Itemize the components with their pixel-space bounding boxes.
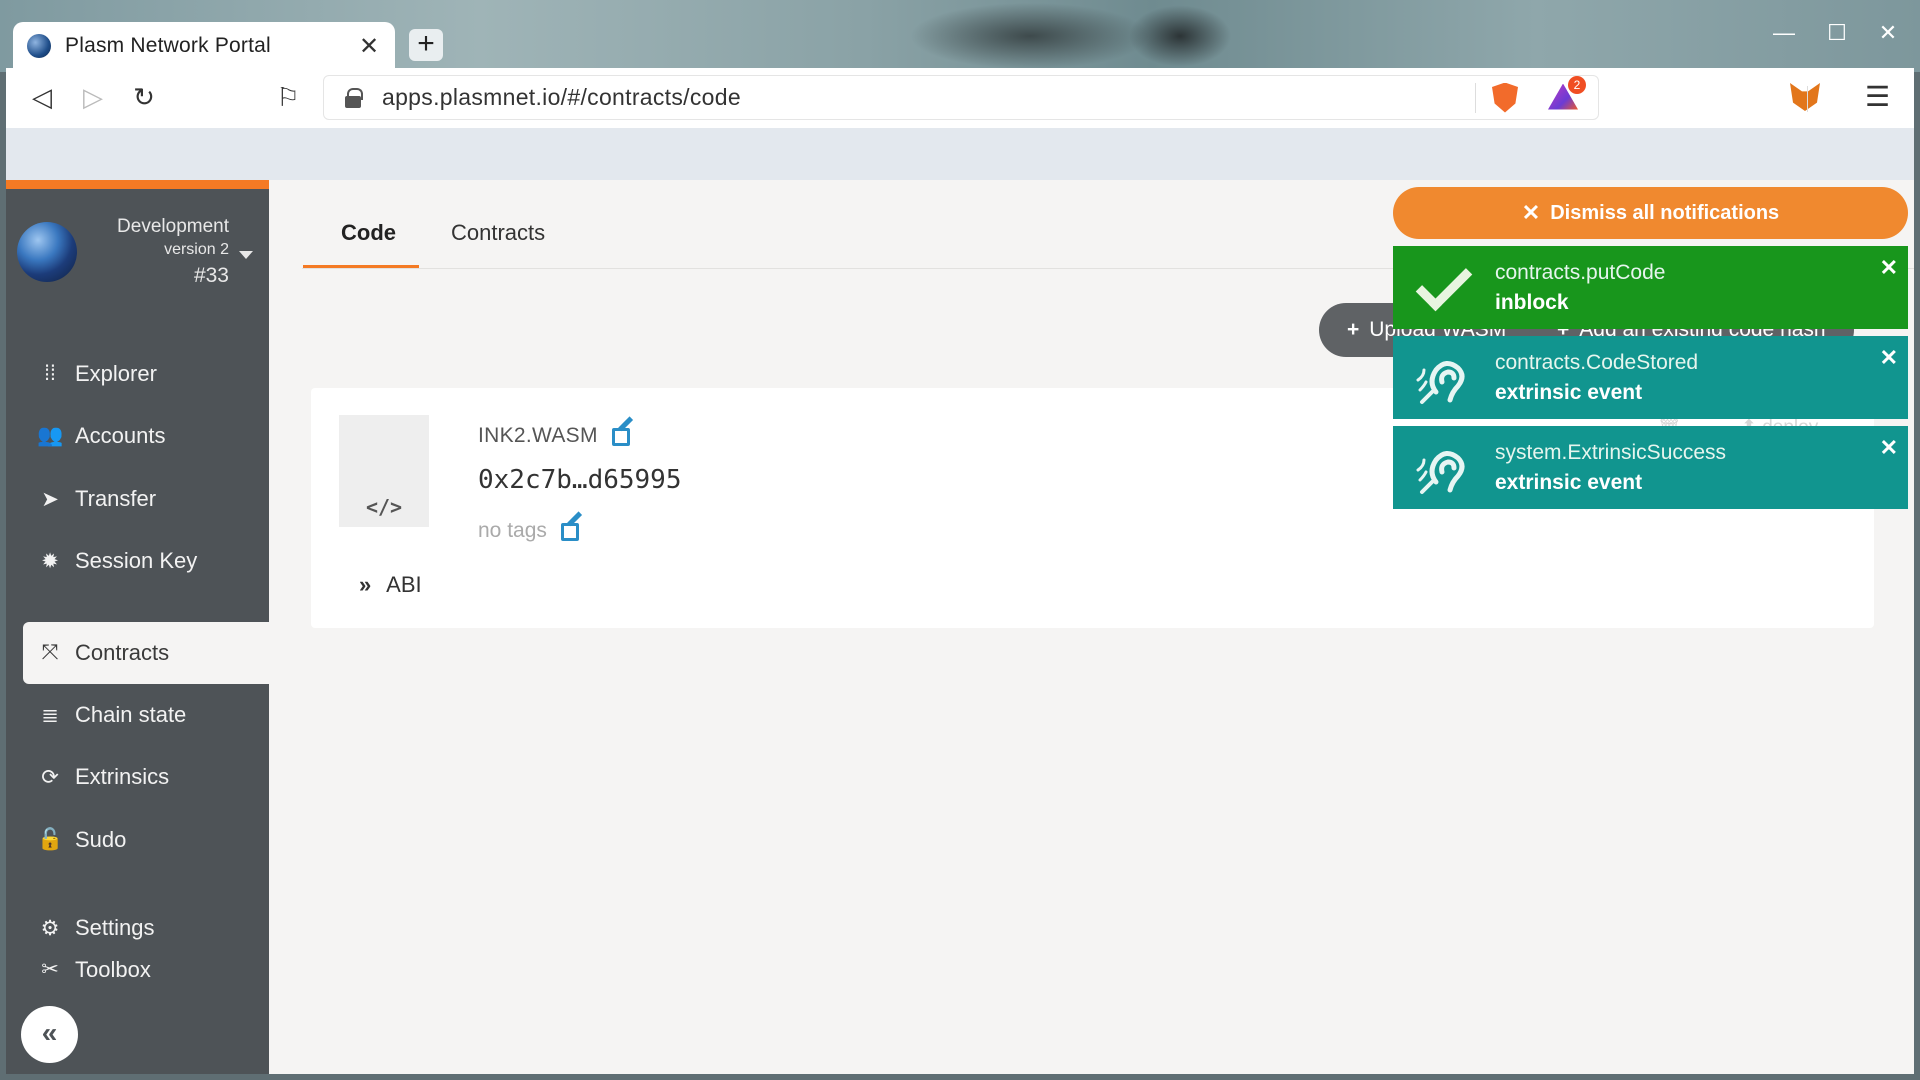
rewards-badge: 2	[1568, 75, 1586, 94]
url-text[interactable]: apps.plasmnet.io/#/contracts/code	[382, 84, 1475, 111]
caret-down-icon[interactable]	[239, 251, 253, 259]
chain-block-number: #33	[193, 264, 229, 287]
chain-version: version 2	[164, 241, 229, 258]
address-bar[interactable]: apps.plasmnet.io/#/contracts/code 2	[323, 75, 1599, 120]
edit-name-icon[interactable]	[611, 416, 636, 447]
forward-icon[interactable]: ▷	[75, 82, 111, 113]
compress-icon: ⤧	[41, 641, 59, 664]
sidebar: Development version 2 #33 ⁞⁞ Explorer 👥 …	[6, 180, 269, 1074]
sidebar-item-label: Accounts	[75, 423, 166, 448]
sidebar-item-label: Explorer	[75, 361, 157, 386]
close-icon[interactable]: ✕	[1880, 435, 1898, 461]
explorer-icon: ⁞⁞	[44, 362, 56, 385]
sidebar-item-chain-state[interactable]: ≣ Chain state	[23, 684, 269, 746]
sidebar-item-label: Sudo	[75, 827, 127, 852]
maximize-button[interactable]: ☐	[1822, 20, 1852, 46]
notification-item: contracts.CodeStored extrinsic event ✕	[1393, 336, 1908, 419]
plus-icon: +	[1347, 318, 1360, 341]
chain-selector[interactable]: Development version 2 #33	[6, 189, 269, 301]
lock-icon[interactable]	[344, 87, 363, 108]
tags-text: no tags	[478, 519, 547, 542]
bookmark-icon[interactable]: ⚐	[270, 82, 306, 113]
notification-status: extrinsic event	[1495, 470, 1643, 494]
sidebar-item-label: Settings	[75, 915, 155, 940]
close-icon: ✕	[1521, 200, 1541, 225]
sidebar-item-transfer[interactable]: ➤ Transfer	[23, 468, 269, 530]
tools-icon: ✂	[41, 958, 59, 981]
code-thumbnail: </>	[339, 415, 429, 527]
dismiss-all-notifications-button[interactable]: ✕ Dismiss all notifications	[1393, 187, 1908, 239]
tab-contracts[interactable]: Contracts	[451, 220, 545, 246]
assistive-listening-icon	[1393, 438, 1495, 498]
back-icon[interactable]: ◁	[24, 82, 60, 113]
tab-code[interactable]: Code	[341, 220, 396, 246]
divider	[1807, 86, 1808, 112]
chain-name: Development	[117, 216, 229, 237]
notification-status: extrinsic event	[1495, 380, 1643, 404]
expand-chevrons-icon: »	[359, 572, 372, 597]
sidebar-item-explorer[interactable]: ⁞⁞ Explorer	[23, 343, 269, 405]
paper-plane-icon: ➤	[41, 487, 59, 511]
sidebar-item-accounts[interactable]: 👥 Accounts	[23, 405, 269, 467]
sidebar-item-label: Contracts	[75, 640, 170, 665]
browser-menu-icon[interactable]: ☰	[1865, 80, 1890, 113]
collapse-sidebar-button[interactable]: «	[21, 1006, 78, 1063]
minimize-button[interactable]: —	[1769, 20, 1799, 46]
sidebar-item-toolbox[interactable]: ✂ Toolbox	[23, 957, 269, 987]
unlock-icon: 🔓	[37, 828, 64, 851]
tab-title: Plasm Network Portal	[65, 34, 271, 57]
sidebar-item-label: Extrinsics	[75, 764, 170, 789]
notification-title: system.ExtrinsicSuccess	[1495, 440, 1727, 464]
sidebar-item-label: Chain state	[75, 702, 187, 727]
brave-shields-icon[interactable]	[1492, 82, 1518, 113]
tab-close-icon[interactable]: ✕	[357, 32, 381, 61]
plasm-favicon-icon	[27, 34, 51, 58]
active-tab-indicator	[303, 265, 419, 268]
chain-logo-icon	[17, 222, 77, 282]
edit-tags-icon[interactable]	[560, 511, 585, 542]
close-window-button[interactable]: ✕	[1873, 20, 1903, 46]
abi-label: ABI	[386, 572, 422, 597]
divider	[1475, 82, 1476, 113]
code-icon: </>	[365, 495, 403, 519]
new-tab-button[interactable]: +	[409, 29, 443, 61]
dismiss-all-label: Dismiss all notifications	[1550, 201, 1780, 224]
sidebar-item-label: Session Key	[75, 548, 198, 573]
users-icon: 👥	[37, 424, 64, 447]
check-icon	[1393, 254, 1495, 311]
sidebar-item-extrinsics[interactable]: ⟳ Extrinsics	[23, 746, 269, 808]
code-hash: 0x2c7b…d65995	[478, 465, 682, 495]
sidebar-item-label: Transfer	[75, 486, 157, 511]
notification-title: contracts.putCode	[1495, 260, 1666, 284]
reload-icon[interactable]: ↻	[126, 82, 162, 113]
certificate-icon: ✹	[41, 549, 59, 573]
abi-toggle[interactable]: » ABI	[359, 572, 422, 598]
code-name: INK2.WASM	[478, 416, 636, 448]
assistive-listening-icon	[1393, 348, 1495, 408]
close-icon[interactable]: ✕	[1880, 345, 1898, 371]
code-tags: no tags	[478, 511, 585, 543]
notification-status: inblock	[1495, 290, 1569, 314]
notification-item: system.ExtrinsicSuccess extrinsic event …	[1393, 426, 1908, 509]
cogs-icon: ⚙	[40, 916, 60, 940]
notification-item: contracts.putCode inblock ✕	[1393, 246, 1908, 329]
sync-icon: ⟳	[41, 765, 59, 789]
code-name-text: INK2.WASM	[478, 424, 598, 447]
sidebar-item-settings[interactable]: ⚙ Settings	[23, 897, 269, 959]
theme-background-art	[1120, 0, 1240, 72]
sidebar-item-contracts[interactable]: ⤧ Contracts	[23, 622, 269, 684]
bookmarks-bar	[6, 128, 1914, 180]
sidebar-item-sudo[interactable]: 🔓 Sudo	[23, 809, 269, 871]
database-icon: ≣	[41, 703, 59, 727]
browser-tab[interactable]: Plasm Network Portal ✕	[13, 22, 395, 70]
sidebar-item-label: Toolbox	[75, 957, 151, 982]
sidebar-item-session-key[interactable]: ✹ Session Key	[23, 530, 269, 592]
brave-rewards-icon[interactable]: 2	[1548, 75, 1586, 112]
close-icon[interactable]: ✕	[1880, 255, 1898, 281]
notification-title: contracts.CodeStored	[1495, 350, 1699, 374]
